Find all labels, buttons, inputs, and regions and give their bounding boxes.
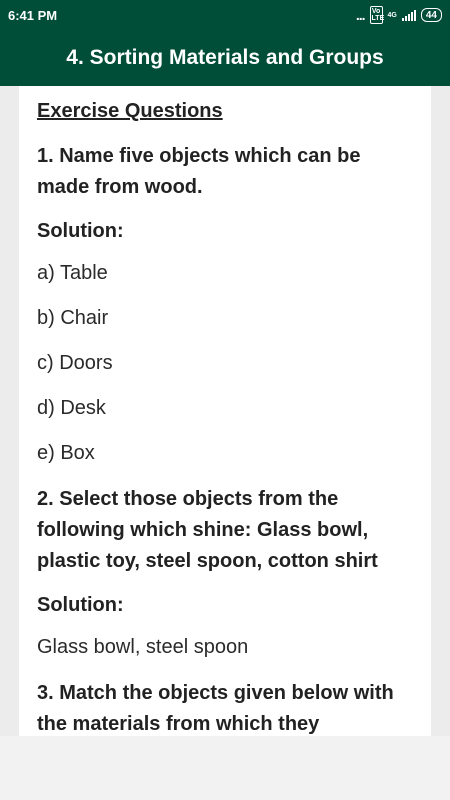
- network-type-label: 4G: [387, 11, 397, 19]
- question-1: 1. Name five objects which can be made f…: [37, 145, 361, 198]
- status-bar: 6:41 PM ... Vo LTE 4G 44: [0, 0, 450, 30]
- content-card: Exercise Questions 1. Name five objects …: [19, 86, 431, 736]
- solution-label-2: Solution:: [37, 594, 124, 616]
- question-3: 3. Match the objects given below with th…: [37, 682, 394, 735]
- signal-strength-icon: [401, 9, 416, 21]
- section-heading: Exercise Questions: [37, 100, 223, 122]
- answer-item: d) Desk: [37, 397, 106, 419]
- network-type-icon: 4G: [388, 12, 397, 19]
- answer-item: e) Box: [37, 442, 95, 464]
- solution-label-1: Solution:: [37, 220, 124, 242]
- status-time: 6:41 PM: [8, 7, 58, 23]
- content-scroll-area[interactable]: Exercise Questions 1. Name five objects …: [0, 86, 450, 736]
- app-bar: 4. Sorting Materials and Groups: [0, 30, 450, 86]
- answer-item: c) Doors: [37, 352, 113, 374]
- battery-level: 44: [425, 9, 437, 21]
- question-2: 2. Select those objects from the followi…: [37, 488, 378, 572]
- volte-icon: Vo LTE: [369, 6, 385, 24]
- status-icons: ... Vo LTE 4G 44: [356, 6, 442, 24]
- notification-dots-icon: ...: [355, 7, 366, 23]
- battery-icon: 44: [420, 8, 442, 22]
- answer-item: b) Chair: [37, 307, 109, 329]
- answer-item: a) Table: [37, 262, 108, 284]
- page-title: 4. Sorting Materials and Groups: [66, 46, 384, 69]
- answer-2: Glass bowl, steel spoon: [37, 636, 249, 658]
- bottom-blank-area: [0, 736, 450, 800]
